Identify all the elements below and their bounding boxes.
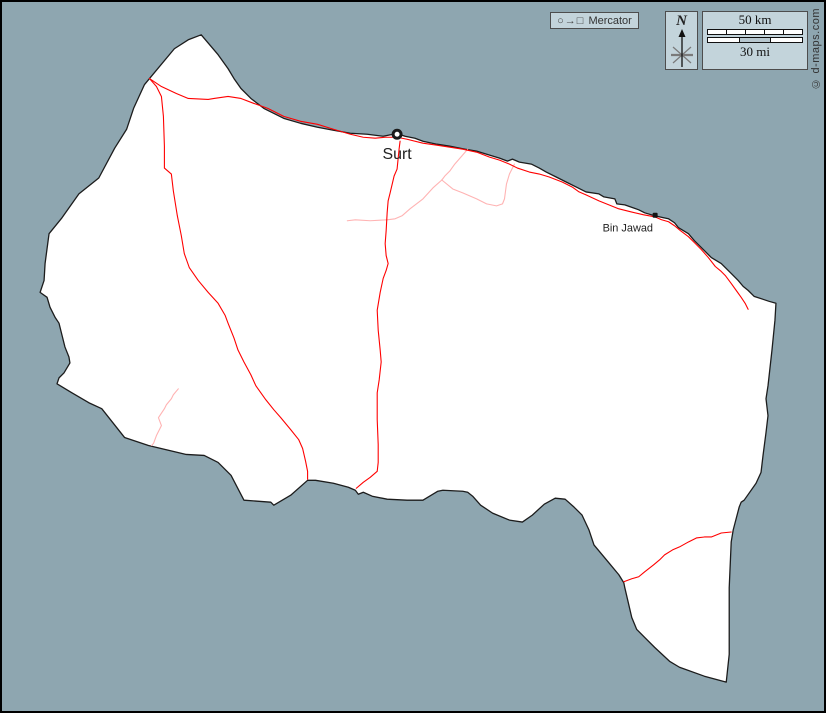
scale-box: 50 km 30 mi (702, 11, 808, 70)
scale-mi-bar (707, 37, 803, 43)
scale-km-label: 50 km (739, 12, 772, 28)
city-label-surt: Surt (383, 146, 413, 163)
compass-rose-icon (667, 29, 697, 69)
city-marker-bin-jawad-icon (653, 213, 658, 218)
projection-label: Mercator (588, 15, 631, 27)
projection-legend: ○→□ Mercator (550, 12, 639, 29)
map-root: Surt Bin Jawad ○→□ Mercator N 50 km 30 m… (0, 0, 826, 713)
north-label: N (676, 13, 687, 29)
projection-icon: ○→□ (557, 15, 584, 27)
compass-box: N (665, 11, 698, 70)
city-label-bin-jawad: Bin Jawad (603, 223, 653, 235)
credit-text: © d-maps.com (810, 8, 822, 90)
city-marker-surt-icon (393, 130, 401, 138)
map-svg: Surt Bin Jawad (2, 2, 824, 711)
scale-mi-label: 30 mi (740, 44, 770, 60)
scale-km-bar (707, 29, 803, 35)
